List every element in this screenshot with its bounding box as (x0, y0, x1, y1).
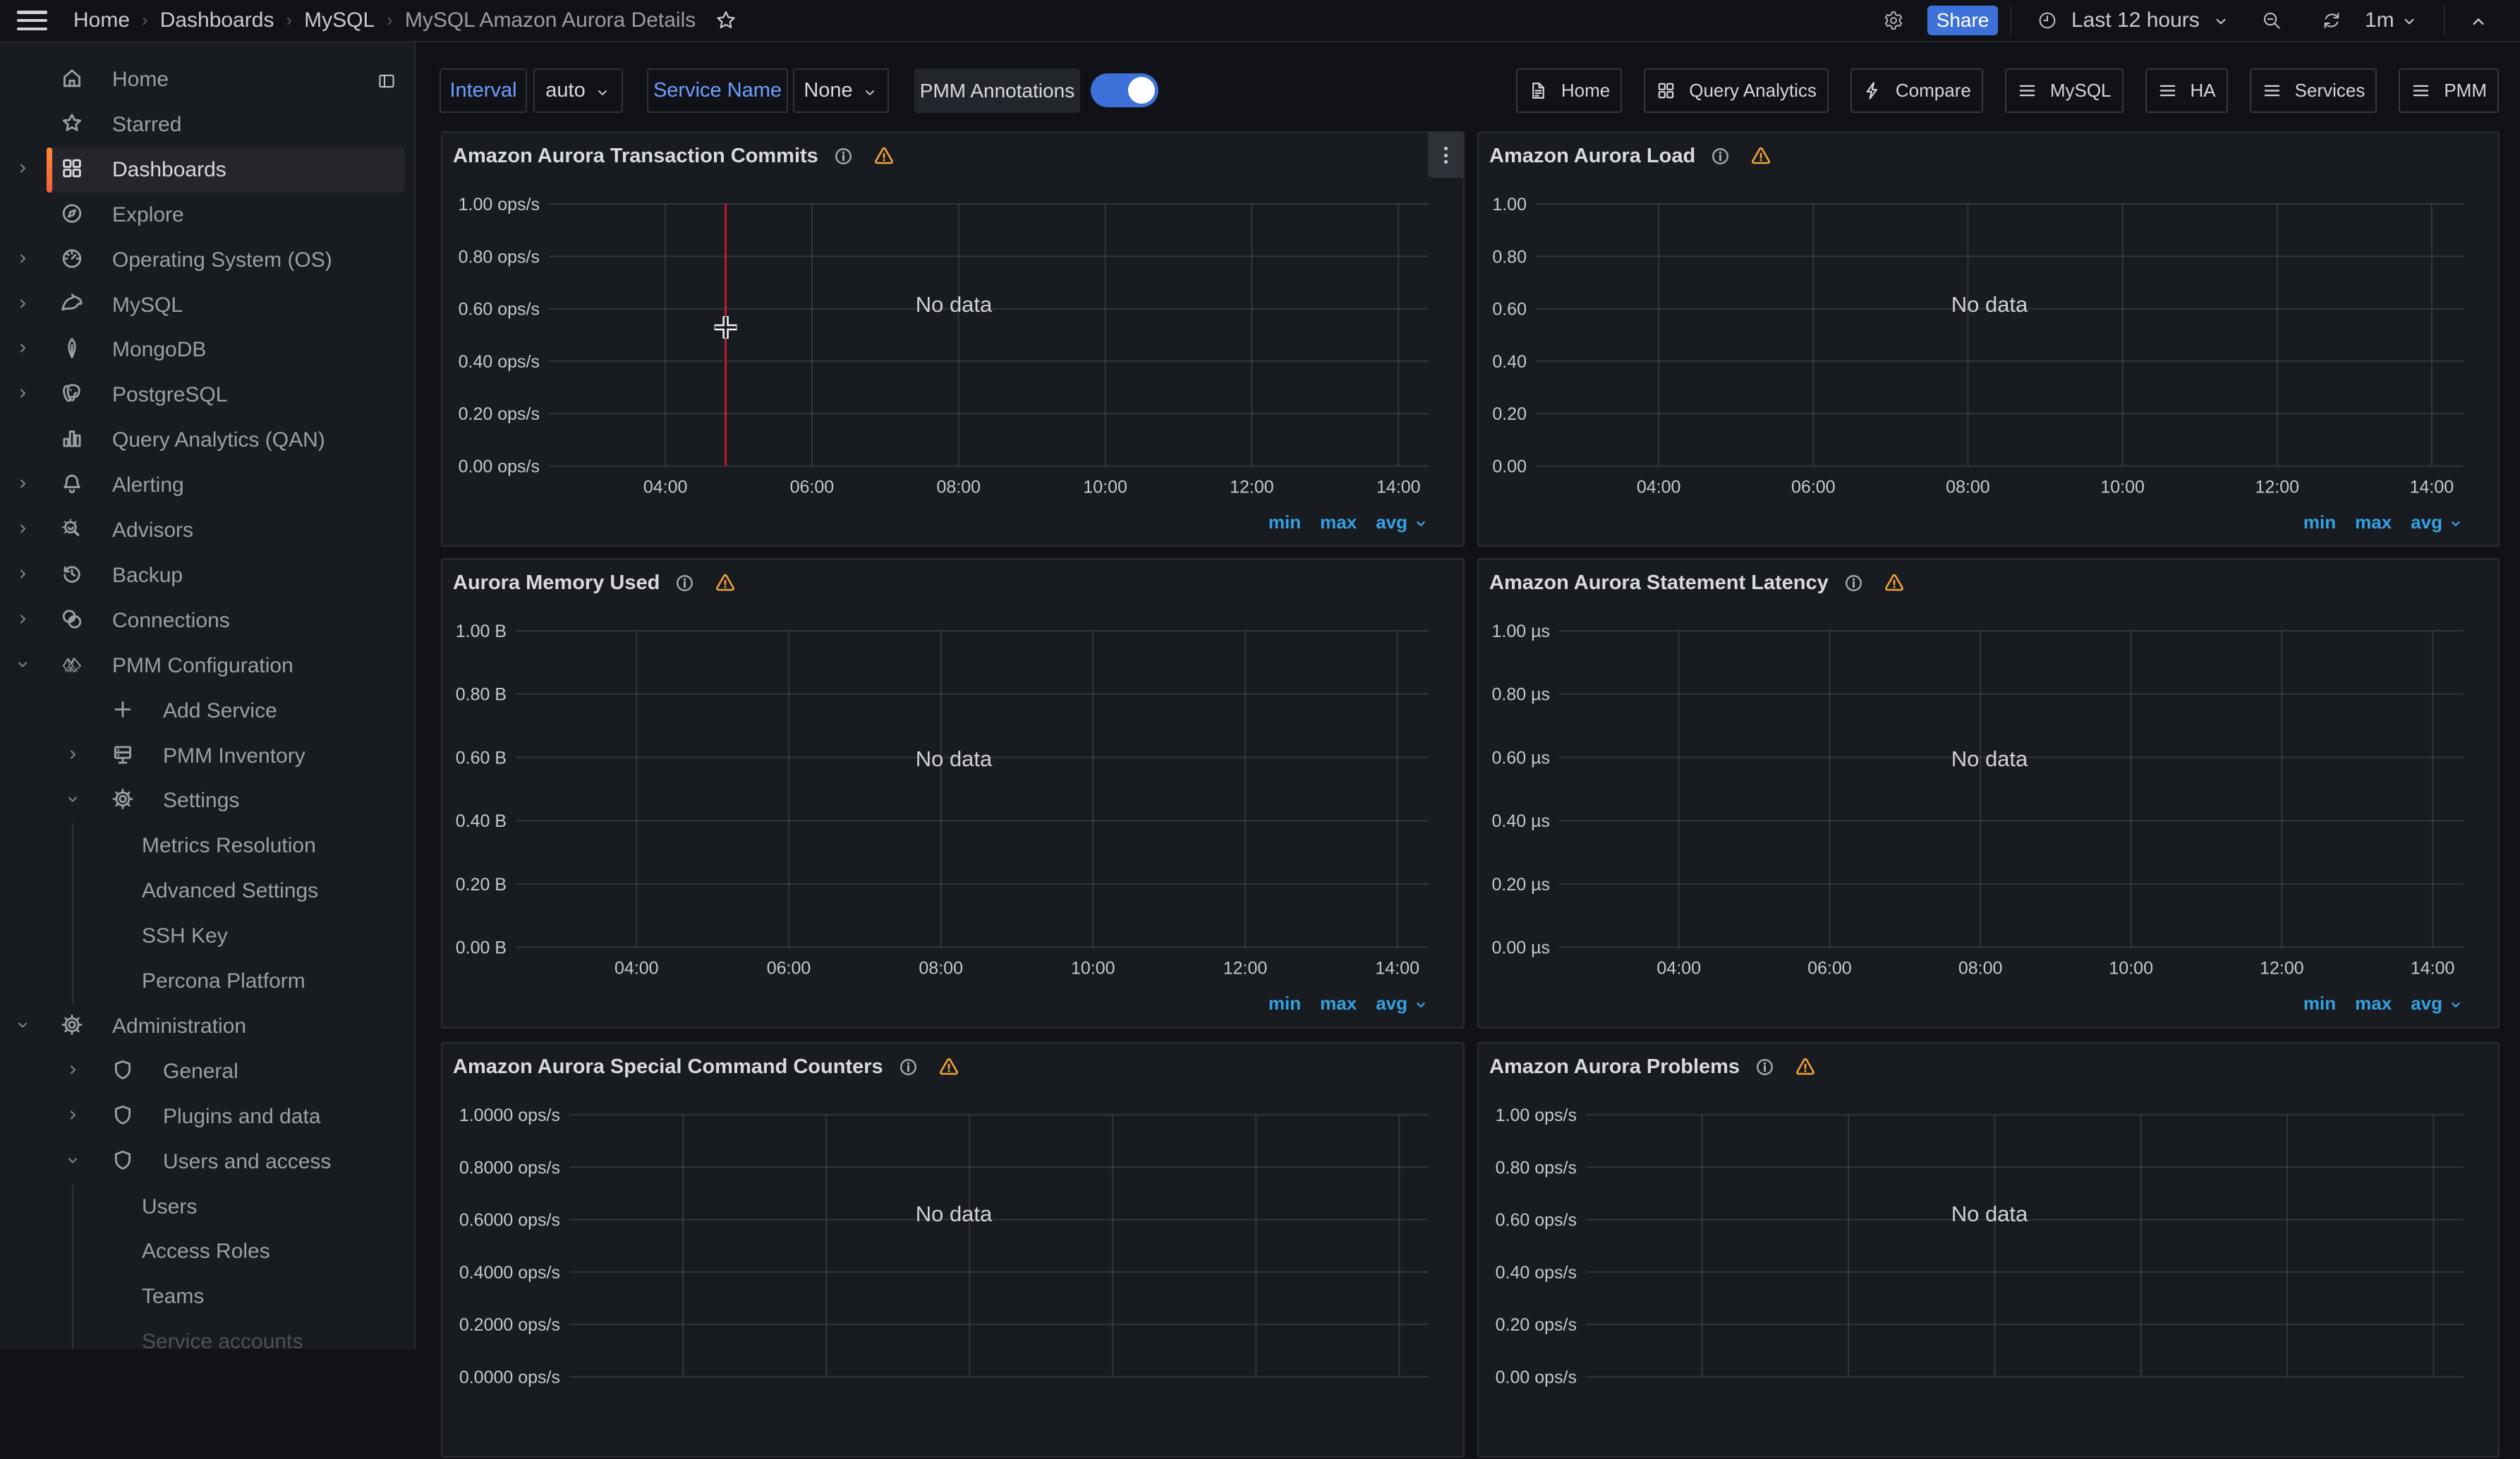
svg-text:06:00: 06:00 (1791, 478, 1836, 497)
svg-text:0.20 B: 0.20 B (456, 875, 507, 895)
svg-text:0.80 ops/s: 0.80 ops/s (1496, 1158, 1577, 1178)
svg-text:0.0000 ops/s: 0.0000 ops/s (459, 1368, 560, 1388)
svg-text:No data: No data (916, 1201, 993, 1226)
svg-text:1.00: 1.00 (1492, 195, 1527, 214)
svg-text:No data: No data (1951, 292, 2028, 317)
svg-text:No data: No data (1951, 1201, 2028, 1226)
svg-text:14:00: 14:00 (1376, 478, 1421, 497)
svg-text:0.60 ops/s: 0.60 ops/s (459, 300, 540, 320)
svg-text:10:00: 10:00 (1071, 959, 1115, 979)
svg-text:No data: No data (916, 746, 993, 771)
svg-text:04:00: 04:00 (1656, 959, 1701, 979)
svg-text:08:00: 08:00 (1958, 959, 2003, 979)
svg-text:12:00: 12:00 (2260, 959, 2304, 979)
svg-text:0.80: 0.80 (1492, 247, 1527, 267)
svg-text:14:00: 14:00 (2410, 478, 2454, 497)
svg-text:0.8000 ops/s: 0.8000 ops/s (459, 1158, 560, 1178)
svg-text:14:00: 14:00 (1375, 959, 1419, 979)
svg-text:04:00: 04:00 (1637, 478, 1681, 497)
svg-text:1.0000 ops/s: 1.0000 ops/s (459, 1106, 560, 1125)
svg-text:0.60 B: 0.60 B (456, 748, 507, 768)
svg-text:10:00: 10:00 (2100, 478, 2145, 497)
svg-text:1.00 ops/s: 1.00 ops/s (1496, 1106, 1577, 1125)
svg-text:0.40: 0.40 (1492, 352, 1527, 372)
svg-text:0.00 ops/s: 0.00 ops/s (1496, 1368, 1577, 1388)
svg-text:10:00: 10:00 (2109, 959, 2153, 979)
svg-text:12:00: 12:00 (1230, 478, 1274, 497)
svg-text:0.20 ops/s: 0.20 ops/s (459, 404, 540, 424)
svg-text:0.4000 ops/s: 0.4000 ops/s (459, 1263, 560, 1283)
svg-text:12:00: 12:00 (2255, 478, 2300, 497)
svg-text:08:00: 08:00 (919, 959, 963, 979)
svg-text:04:00: 04:00 (614, 959, 659, 979)
svg-text:0.20 µs: 0.20 µs (1491, 875, 1550, 895)
svg-text:0.40 µs: 0.40 µs (1491, 811, 1550, 831)
svg-text:0.00 µs: 0.00 µs (1491, 938, 1550, 958)
svg-text:0.2000 ops/s: 0.2000 ops/s (459, 1315, 560, 1335)
svg-text:0.80 B: 0.80 B (456, 685, 507, 705)
svg-text:0.00 ops/s: 0.00 ops/s (459, 457, 540, 477)
svg-text:0.60: 0.60 (1492, 300, 1527, 320)
svg-text:0.00: 0.00 (1492, 457, 1527, 477)
svg-text:06:00: 06:00 (790, 478, 835, 497)
svg-text:No data: No data (916, 292, 993, 317)
svg-text:0.40 ops/s: 0.40 ops/s (459, 352, 540, 372)
svg-text:12:00: 12:00 (1223, 959, 1268, 979)
svg-text:08:00: 08:00 (1946, 478, 1990, 497)
svg-text:04:00: 04:00 (643, 478, 688, 497)
svg-text:06:00: 06:00 (1807, 959, 1852, 979)
svg-text:0.00 B: 0.00 B (456, 938, 507, 958)
svg-text:10:00: 10:00 (1083, 478, 1127, 497)
svg-text:08:00: 08:00 (937, 478, 981, 497)
svg-text:0.40 ops/s: 0.40 ops/s (1496, 1263, 1577, 1283)
svg-text:06:00: 06:00 (767, 959, 811, 979)
svg-text:1.00 µs: 1.00 µs (1491, 622, 1550, 641)
svg-text:0.60 µs: 0.60 µs (1491, 748, 1550, 768)
svg-text:0.20 ops/s: 0.20 ops/s (1496, 1315, 1577, 1335)
svg-text:No data: No data (1951, 746, 2028, 771)
svg-text:1.00 B: 1.00 B (456, 622, 507, 641)
svg-text:0.20: 0.20 (1492, 404, 1527, 424)
svg-text:1.00 ops/s: 1.00 ops/s (459, 195, 540, 214)
svg-text:0.60 ops/s: 0.60 ops/s (1496, 1211, 1577, 1230)
svg-text:0.40 B: 0.40 B (456, 811, 507, 831)
svg-text:0.80 ops/s: 0.80 ops/s (459, 247, 540, 267)
svg-text:0.6000 ops/s: 0.6000 ops/s (459, 1211, 560, 1230)
svg-text:14:00: 14:00 (2411, 959, 2455, 979)
svg-text:0.80 µs: 0.80 µs (1491, 685, 1550, 705)
